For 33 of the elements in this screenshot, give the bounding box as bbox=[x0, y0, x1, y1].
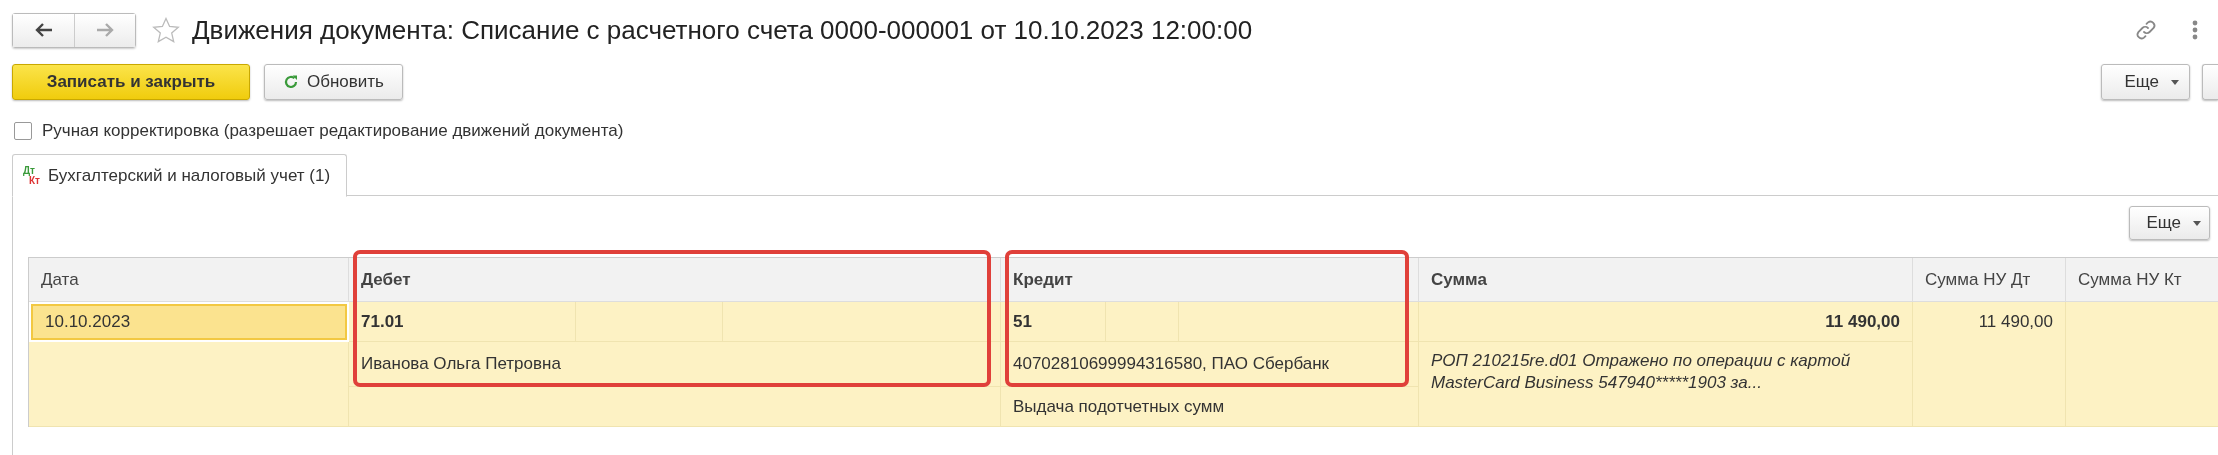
table-cell: 11 490,00 bbox=[1913, 302, 2066, 427]
table-cell: Выдача подотчетных сумм bbox=[1001, 387, 1419, 427]
checkbox-label: Ручная корректировка (разрешает редактирование движений документа) bbox=[42, 121, 624, 141]
more-icon[interactable] bbox=[2192, 20, 2198, 40]
back-button[interactable] bbox=[13, 13, 74, 47]
table-cell: 11 490,00 bbox=[1419, 302, 1913, 342]
debit-credit-icon: Дт Кт bbox=[23, 165, 40, 186]
column-header[interactable]: Сумма НУ Кт bbox=[2066, 258, 2218, 302]
table-cell[interactable]: 10.10.2023 bbox=[31, 304, 347, 340]
forward-arrow-icon bbox=[96, 23, 114, 37]
caret-icon bbox=[2171, 79, 2179, 85]
caret-icon bbox=[2193, 220, 2201, 226]
checkbox[interactable] bbox=[14, 122, 32, 140]
column-header[interactable]: Кредит bbox=[1001, 258, 1419, 302]
column-header[interactable]: Дебет bbox=[349, 258, 1001, 302]
column-header[interactable]: Сумма НУ Дт bbox=[1913, 258, 2066, 302]
toolbar-button[interactable] bbox=[2202, 64, 2218, 100]
refresh-button[interactable]: Обновить bbox=[264, 64, 403, 100]
column-header[interactable]: Дата bbox=[29, 258, 349, 302]
back-arrow-icon bbox=[34, 23, 53, 37]
more-button[interactable]: Еще bbox=[2101, 64, 2190, 100]
table-cell: 51 bbox=[1001, 302, 1106, 342]
refresh-icon bbox=[283, 74, 299, 90]
table-cell: Иванова Ольга Петровна bbox=[349, 342, 1001, 387]
table-cell: РОП 210215re.d01 Отражено по операции с картой MasterCard Business 547940*****1903 за... bbox=[1419, 342, 1913, 427]
more-button[interactable]: Еще bbox=[2129, 206, 2210, 240]
window-title: Движения документа: Списание с расчетного счета 0000-000001 от 10.10.2023 12:00:00 bbox=[192, 14, 1254, 46]
table-cell: 71.01 bbox=[349, 302, 576, 342]
table-cell: 40702810699994316580, ПАО Сбербанк bbox=[1001, 342, 1419, 387]
column-header[interactable]: Сумма bbox=[1419, 258, 1913, 302]
link-icon[interactable] bbox=[2134, 18, 2158, 42]
star-icon[interactable] bbox=[152, 16, 180, 44]
save-and-close-button[interactable]: Записать и закрыть bbox=[12, 64, 250, 100]
